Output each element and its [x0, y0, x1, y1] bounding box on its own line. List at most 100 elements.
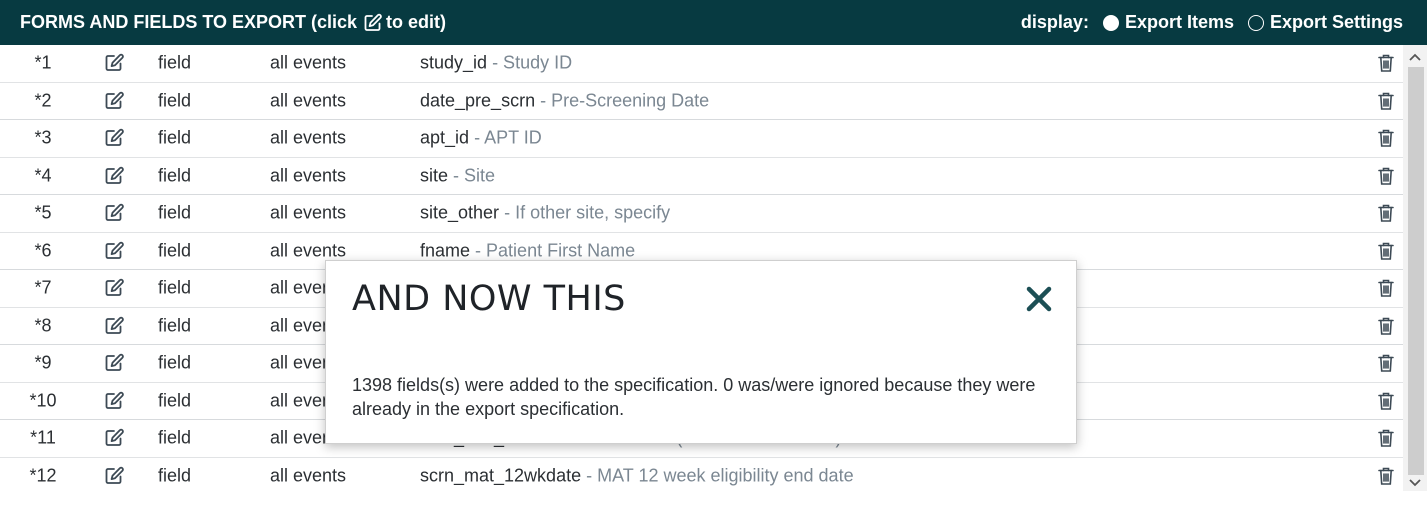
edit-icon[interactable] — [104, 128, 126, 148]
field-cell: apt_id - APT ID — [420, 128, 542, 149]
trash-icon[interactable] — [1378, 278, 1394, 298]
edit-icon[interactable] — [104, 391, 126, 411]
trash-icon[interactable] — [1378, 241, 1394, 261]
field-cell: site_other - If other site, specify — [420, 203, 670, 224]
export-items-radio[interactable] — [1102, 14, 1119, 31]
row-number: *2 — [34, 90, 52, 111]
export-items-label[interactable]: Export Items — [1125, 12, 1234, 33]
export-settings-radio[interactable] — [1247, 14, 1264, 31]
scrollbar[interactable] — [1403, 45, 1427, 491]
field-name: site_other — [420, 202, 500, 223]
row-number: *4 — [34, 165, 52, 186]
edit-icon[interactable] — [104, 241, 126, 261]
trash-icon[interactable] — [1378, 466, 1394, 486]
export-settings-label[interactable]: Export Settings — [1270, 12, 1403, 33]
item-events: all events — [270, 165, 347, 186]
row-number: *9 — [34, 352, 52, 373]
scroll-down-icon[interactable] — [1409, 475, 1421, 493]
field-cell: date_pre_scrn - Pre-Screening Date — [420, 90, 709, 111]
row-number: *1 — [34, 52, 52, 73]
trash-icon[interactable] — [1378, 166, 1394, 186]
display-label: display: — [1020, 12, 1089, 32]
item-type: field — [158, 277, 192, 298]
header-title-before: FORMS AND FIELDS TO EXPORT (click — [20, 12, 358, 32]
item-type: field — [158, 127, 192, 148]
table-row: *3 field all events apt_id - APT ID — [0, 120, 1403, 158]
item-events: all events — [270, 127, 347, 148]
display-toggle: display: Export Items Export Settings — [1021, 12, 1403, 33]
edit-icon[interactable] — [104, 53, 126, 73]
table-row: *2 field all events date_pre_scrn - Pre-Scr… — [0, 83, 1403, 120]
item-events: all events — [270, 465, 347, 486]
item-type: field — [158, 315, 192, 336]
table-row: *5 field all events site_other - If other s… — [0, 195, 1403, 233]
field-label: - MAT 12 week eligibility end date — [586, 465, 854, 486]
trash-icon[interactable] — [1378, 316, 1394, 336]
dialog-message: 1398 fields(s) were added to the specifi… — [352, 375, 1036, 419]
field-cell: site - Site — [420, 165, 495, 186]
edit-icon[interactable] — [104, 278, 126, 298]
item-events: all events — [270, 240, 347, 261]
field-cell: fname - Patient First Name — [420, 240, 635, 261]
field-label: - Study ID — [492, 52, 573, 73]
table-row: *12 field all events scrn_mat_12wkdate - MA… — [0, 458, 1403, 492]
scrollbar-thumb[interactable] — [1408, 67, 1424, 475]
trash-icon[interactable] — [1378, 353, 1394, 373]
trash-icon[interactable] — [1378, 428, 1394, 448]
trash-icon[interactable] — [1378, 53, 1394, 73]
item-events: all events — [270, 52, 347, 73]
field-cell: study_id - Study ID — [420, 53, 572, 74]
item-type: field — [158, 390, 192, 411]
table-row: *4 field all events site - Site — [0, 158, 1403, 195]
row-number: *5 — [34, 202, 52, 223]
edit-icon[interactable] — [104, 466, 126, 486]
table-row: *1 field all events study_id - Study ID — [0, 45, 1403, 83]
item-type: field — [158, 52, 192, 73]
trash-icon[interactable] — [1378, 128, 1394, 148]
item-events: all events — [270, 202, 347, 223]
export-header: FORMS AND FIELDS TO EXPORT (click to edi… — [0, 0, 1427, 45]
edit-icon[interactable] — [104, 353, 126, 373]
edit-icon[interactable] — [104, 316, 126, 336]
row-number: *10 — [29, 390, 57, 411]
field-name: apt_id — [420, 127, 470, 148]
header-title-after: to edit) — [386, 12, 447, 32]
field-label: - Site — [453, 165, 496, 186]
scroll-up-icon[interactable] — [1409, 49, 1421, 67]
notification-dialog: AND NOW THIS 1398 fields(s) were added t… — [325, 260, 1077, 444]
item-type: field — [158, 240, 192, 261]
field-name: date_pre_scrn — [420, 90, 536, 111]
field-label: - Pre-Screening Date — [540, 90, 710, 111]
field-label: - APT ID — [474, 127, 542, 148]
trash-icon[interactable] — [1378, 203, 1394, 223]
item-type: field — [158, 90, 192, 111]
row-number: *3 — [34, 127, 52, 148]
edit-icon[interactable] — [104, 203, 126, 223]
edit-icon — [363, 13, 383, 33]
row-number: *12 — [29, 465, 57, 486]
item-type: field — [158, 427, 192, 448]
dialog-title: AND NOW THIS — [352, 279, 626, 319]
field-label: - Patient First Name — [475, 240, 636, 261]
field-label: - If other site, specify — [504, 202, 671, 223]
field-name: scrn_mat_12wkdate — [420, 465, 582, 486]
edit-icon[interactable] — [104, 428, 126, 448]
row-number: *7 — [34, 277, 52, 298]
row-number: *6 — [34, 240, 52, 261]
item-events: all events — [270, 90, 347, 111]
trash-icon[interactable] — [1378, 91, 1394, 111]
edit-icon[interactable] — [104, 91, 126, 111]
row-number: *11 — [30, 427, 56, 448]
item-type: field — [158, 202, 192, 223]
edit-icon[interactable] — [104, 166, 126, 186]
item-type: field — [158, 465, 192, 486]
header-title: FORMS AND FIELDS TO EXPORT (click to edi… — [20, 12, 446, 33]
trash-icon[interactable] — [1378, 391, 1394, 411]
field-name: fname — [420, 240, 471, 261]
field-cell: scrn_mat_12wkdate - MAT 12 week eligibil… — [420, 465, 854, 486]
item-type: field — [158, 352, 192, 373]
close-icon[interactable] — [1026, 286, 1052, 317]
item-type: field — [158, 165, 192, 186]
row-number: *8 — [34, 315, 52, 336]
field-name: site — [420, 165, 449, 186]
